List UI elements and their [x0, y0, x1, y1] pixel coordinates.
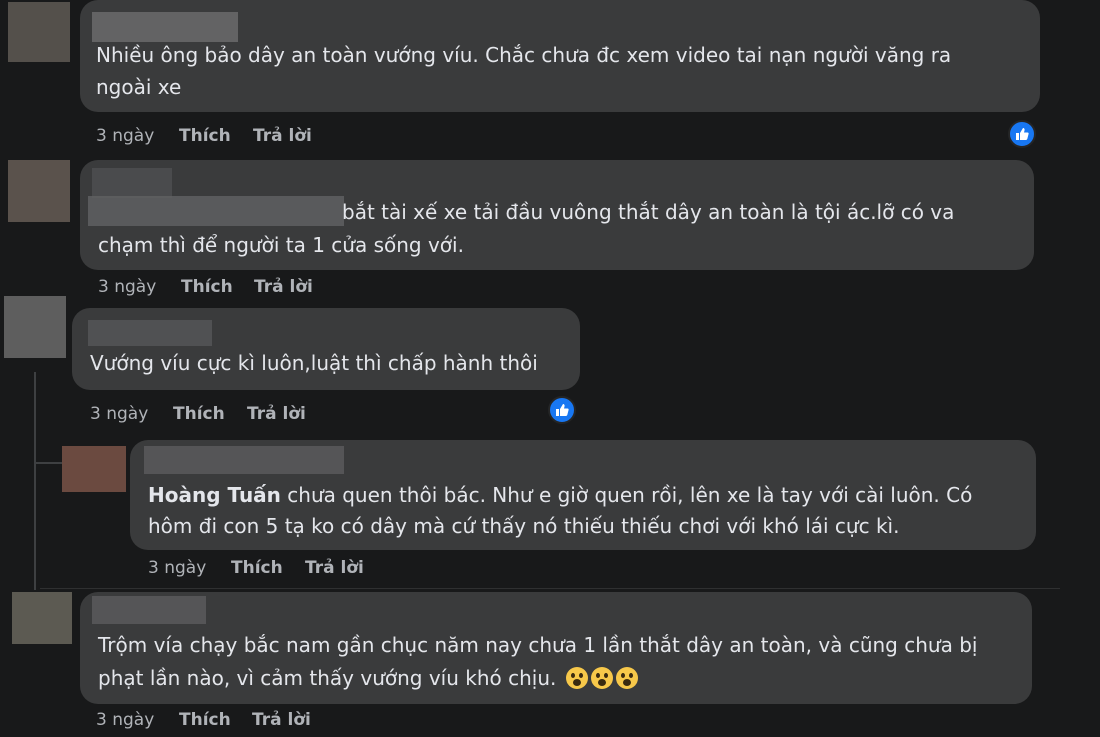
timestamp[interactable]: 3 ngày	[96, 710, 154, 730]
reply-button[interactable]: Trả lời	[305, 558, 364, 578]
comment-text-line: Trộm vía chạy bắc nam gần chục năm nay c…	[98, 633, 978, 657]
avatar[interactable]	[12, 592, 72, 644]
author-name-blurred[interactable]	[92, 168, 172, 198]
comment-bubble: Trộm vía chạy bắc nam gần chục năm nay c…	[80, 592, 1032, 704]
avatar[interactable]	[8, 160, 70, 222]
author-name-blurred[interactable]	[92, 12, 238, 42]
comment-bubble: Vướng víu cực kì luôn,luật thì chấp hành…	[72, 308, 580, 390]
reply-button[interactable]: Trả lời	[253, 126, 312, 146]
section-divider	[40, 588, 1060, 589]
avatar[interactable]	[8, 2, 70, 62]
like-button[interactable]: Thích	[231, 558, 283, 578]
comment-bubble: Nhiều ông bảo dây an toàn vướng víu. Chắ…	[80, 0, 1040, 112]
comment-text-line: Vướng víu cực kì luôn,luật thì chấp hành…	[90, 351, 538, 375]
comment-text-line: Hoàng Tuấn chưa quen thôi bác. Như e giờ…	[148, 480, 972, 511]
reply-button[interactable]: Trả lời	[252, 710, 311, 730]
comment-text-line: Nhiều ông bảo dây an toàn vướng víu. Chắ…	[96, 43, 952, 67]
author-name-blurred[interactable]	[92, 596, 206, 624]
avatar[interactable]	[62, 446, 126, 492]
comment-text-line: hôm đi con 5 tạ ko có dây mà cứ thấy nó …	[148, 514, 900, 538]
comment-text-line: phạt lần nào, vì cảm thấy vướng víu khó …	[98, 663, 638, 694]
comment-text: phạt lần nào, vì cảm thấy vướng víu khó …	[98, 666, 557, 690]
comment-text-line: ngoài xe	[96, 75, 182, 99]
avatar[interactable]	[4, 296, 66, 358]
comment-text-line: bắt tài xế xe tải đầu vuông thắt dây an …	[342, 200, 955, 224]
author-name-blurred[interactable]	[88, 320, 212, 346]
like-button[interactable]: Thích	[173, 404, 225, 424]
author-name-blurred[interactable]	[144, 446, 344, 474]
reply-button[interactable]: Trả lời	[247, 404, 306, 424]
reply-button[interactable]: Trả lời	[254, 277, 313, 297]
astonished-face-icon	[590, 667, 613, 689]
comment-text-line: chạm thì để người ta 1 cửa sống với.	[98, 233, 464, 257]
astonished-face-icon	[615, 667, 638, 689]
like-button[interactable]: Thích	[181, 277, 233, 297]
author-name-blurred[interactable]	[88, 196, 344, 226]
timestamp[interactable]: 3 ngày	[96, 126, 154, 146]
reply-thread-branch	[34, 462, 62, 464]
like-reaction-icon[interactable]	[1008, 120, 1036, 148]
comment-bubble: bắt tài xế xe tải đầu vuông thắt dây an …	[80, 160, 1034, 270]
like-button[interactable]: Thích	[179, 126, 231, 146]
timestamp[interactable]: 3 ngày	[148, 558, 206, 578]
like-button[interactable]: Thích	[179, 710, 231, 730]
timestamp[interactable]: 3 ngày	[98, 277, 156, 297]
reply-thread-line	[34, 372, 36, 590]
timestamp[interactable]: 3 ngày	[90, 404, 148, 424]
mentioned-user-link[interactable]: Hoàng Tuấn	[148, 483, 281, 507]
like-reaction-icon[interactable]	[548, 396, 576, 424]
comment-bubble: Hoàng Tuấn chưa quen thôi bác. Như e giờ…	[130, 440, 1036, 550]
comment-text: chưa quen thôi bác. Như e giờ quen rồi, …	[280, 483, 973, 507]
astonished-face-icon	[565, 667, 588, 689]
